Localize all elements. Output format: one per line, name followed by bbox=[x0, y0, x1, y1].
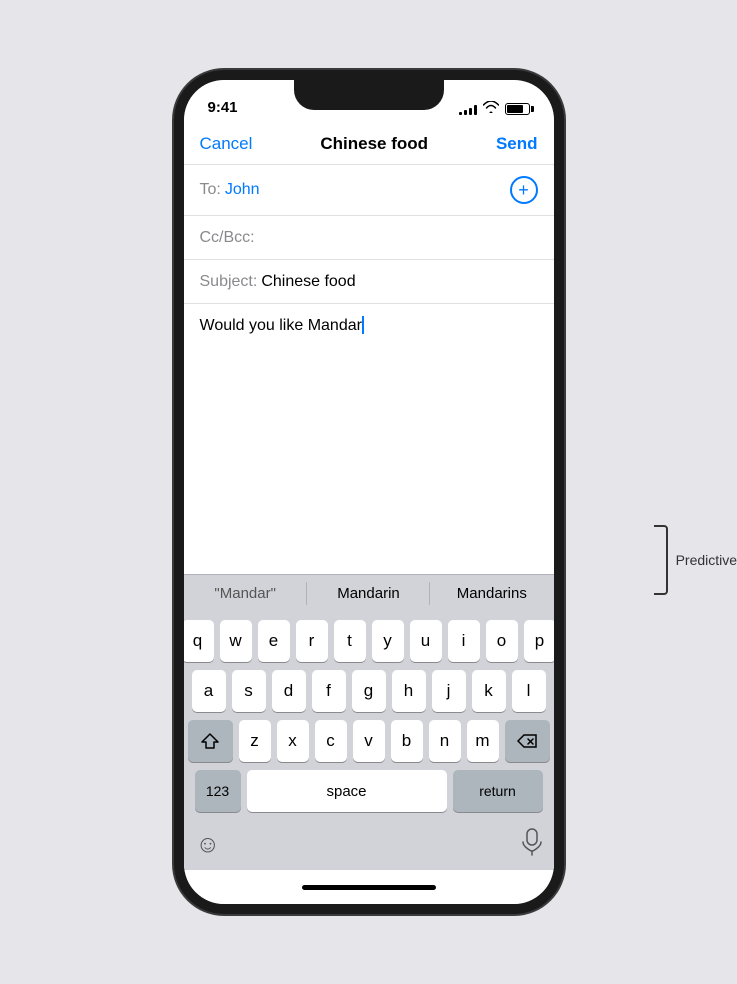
to-field-row[interactable]: To: John + bbox=[184, 165, 554, 216]
predictive-text-annotation: Predictive text bbox=[654, 525, 737, 595]
key-e[interactable]: e bbox=[258, 620, 290, 662]
subject-field-row[interactable]: Subject: Chinese food bbox=[184, 260, 554, 304]
key-u[interactable]: u bbox=[410, 620, 442, 662]
signal-icon bbox=[459, 103, 477, 115]
keyboard: q w e r t y u i o p a s bbox=[184, 612, 554, 824]
keyboard-bottom-bar: ☺ bbox=[184, 824, 554, 870]
predictive-item-1[interactable]: Mandarin bbox=[307, 575, 430, 612]
key-o[interactable]: o bbox=[486, 620, 518, 662]
predictive-item-2[interactable]: Mandarins bbox=[430, 575, 553, 612]
keyboard-row-4: 123 space return bbox=[188, 770, 550, 812]
wifi-icon bbox=[483, 101, 499, 116]
key-m[interactable]: m bbox=[467, 720, 499, 762]
cancel-button[interactable]: Cancel bbox=[200, 134, 253, 154]
keyboard-row-2: a s d f g h j k l bbox=[188, 670, 550, 712]
key-g[interactable]: g bbox=[352, 670, 386, 712]
key-a[interactable]: a bbox=[192, 670, 226, 712]
home-indicator bbox=[184, 870, 554, 904]
battery-fill bbox=[507, 105, 524, 113]
key-x[interactable]: x bbox=[277, 720, 309, 762]
text-cursor bbox=[362, 316, 364, 334]
battery-icon bbox=[505, 103, 530, 115]
cc-bcc-field-row[interactable]: Cc/Bcc: bbox=[184, 216, 554, 260]
home-bar bbox=[302, 885, 436, 890]
keyboard-row-3: z x c v b n m bbox=[188, 720, 550, 762]
annotation-bracket bbox=[654, 525, 668, 595]
predictive-item-0[interactable]: "Mandar" bbox=[184, 575, 307, 612]
email-subject-title: Chinese food bbox=[320, 134, 428, 154]
key-w[interactable]: w bbox=[220, 620, 252, 662]
status-time: 9:41 bbox=[208, 99, 238, 116]
key-h[interactable]: h bbox=[392, 670, 426, 712]
key-l[interactable]: l bbox=[512, 670, 546, 712]
key-f[interactable]: f bbox=[312, 670, 346, 712]
nav-bar: Cancel Chinese food Send bbox=[184, 124, 554, 165]
key-t[interactable]: t bbox=[334, 620, 366, 662]
key-k[interactable]: k bbox=[472, 670, 506, 712]
delete-key[interactable] bbox=[505, 720, 550, 762]
to-label: To: bbox=[200, 181, 221, 199]
mail-composer: Cancel Chinese food Send To: John + Cc/B… bbox=[184, 124, 554, 870]
predictive-bar: "Mandar" Mandarin Mandarins bbox=[184, 574, 554, 612]
annotation-label: Predictive text bbox=[676, 552, 737, 568]
predictive-text-section: "Mandar" Mandarin Mandarins bbox=[184, 574, 554, 612]
send-button[interactable]: Send bbox=[496, 134, 538, 154]
key-j[interactable]: j bbox=[432, 670, 466, 712]
phone-screen: 9:41 bbox=[184, 80, 554, 904]
body-text: Would you like Mandar bbox=[200, 317, 362, 334]
to-value: John bbox=[225, 181, 510, 199]
notch bbox=[294, 80, 444, 110]
key-c[interactable]: c bbox=[315, 720, 347, 762]
key-b[interactable]: b bbox=[391, 720, 423, 762]
return-key[interactable]: return bbox=[453, 770, 543, 812]
key-d[interactable]: d bbox=[272, 670, 306, 712]
add-recipient-button[interactable]: + bbox=[510, 176, 538, 204]
key-r[interactable]: r bbox=[296, 620, 328, 662]
mail-body[interactable]: Would you like Mandar bbox=[184, 304, 554, 574]
cc-bcc-label: Cc/Bcc: bbox=[200, 229, 255, 247]
phone-frame: 9:41 bbox=[174, 70, 564, 914]
key-v[interactable]: v bbox=[353, 720, 385, 762]
emoji-button[interactable]: ☺ bbox=[196, 831, 221, 859]
key-q[interactable]: q bbox=[184, 620, 214, 662]
subject-value: Chinese food bbox=[261, 273, 355, 291]
key-i[interactable]: i bbox=[448, 620, 480, 662]
key-p[interactable]: p bbox=[524, 620, 554, 662]
space-key[interactable]: space bbox=[247, 770, 447, 812]
shift-key[interactable] bbox=[188, 720, 233, 762]
keyboard-row-1: q w e r t y u i o p bbox=[188, 620, 550, 662]
key-n[interactable]: n bbox=[429, 720, 461, 762]
status-icons bbox=[459, 101, 530, 116]
key-z[interactable]: z bbox=[239, 720, 271, 762]
numbers-key[interactable]: 123 bbox=[195, 770, 241, 812]
key-y[interactable]: y bbox=[372, 620, 404, 662]
microphone-button[interactable] bbox=[522, 828, 542, 862]
key-s[interactable]: s bbox=[232, 670, 266, 712]
subject-label: Subject: bbox=[200, 273, 258, 291]
